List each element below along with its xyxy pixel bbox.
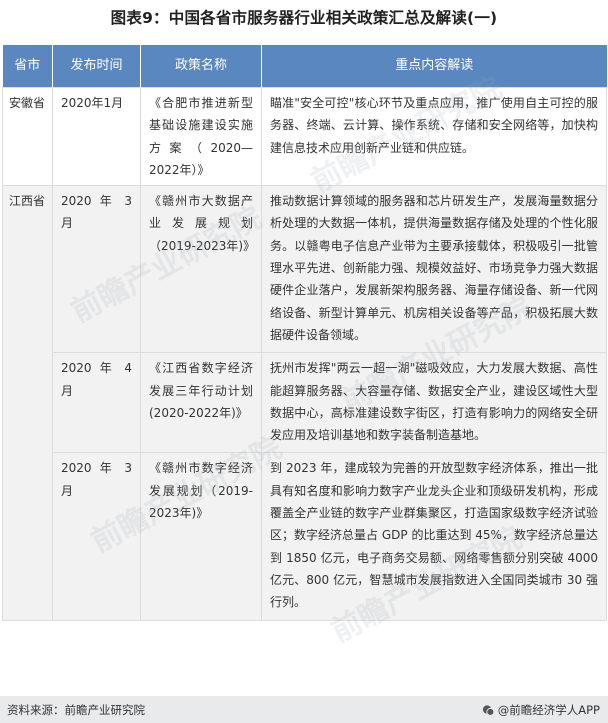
table-header-row: 省市 发布时间 政策名称 重点内容解读: [2, 45, 607, 88]
policy-cell: 《合肥市推进新型基础设施建设实施方案（2020—2022年）》: [140, 86, 262, 187]
policy-cell: 《赣州市数字经济发展规划（2019-2023年)》: [140, 452, 262, 621]
header-province: 省市: [2, 45, 53, 88]
content-text: 抚州市发挥"两云一超一湖"磁吸效应，大力发展大数据、高性能超算服务器、大容量存储…: [270, 361, 598, 443]
figure-title: 图表9：中国各省市服务器行业相关政策汇总及解读(一): [110, 9, 498, 27]
content-cell: 抚州市发挥"两云一超一湖"磁吸效应，大力发展大数据、高性能超算服务器、大容量存储…: [261, 352, 607, 454]
date-text: 2020 年 3 月: [61, 461, 132, 498]
table-row: 2020 年 4 月 《江西省数字经济发展三年行动计划(2020-2022年)》…: [3, 352, 607, 454]
date-text: 2020 年 3 月: [61, 194, 132, 231]
province-cell: 安徽省: [2, 86, 53, 187]
policy-text: 《赣州市大数据产业发展规划（2019-2023年)》: [149, 194, 256, 253]
source-text: 资料来源：前瞻产业研究院: [7, 703, 145, 717]
content-cell: 到 2023 年，建成较为完善的开放型数字经济体系，推出一批具有知名度和影响力数…: [261, 452, 607, 621]
content-text: 瞄准"安全可控"核心环节及重点应用，推广使用自主可控的服务器、终端、云计算、操作…: [270, 96, 598, 155]
content-cell: 推动数据计算领域的服务器和芯片研发生产，发展海量数据分析处理的大数据一体机，提供…: [261, 185, 607, 354]
date-text: 2020年1月: [61, 96, 124, 110]
province-text: 江西省: [9, 194, 46, 209]
policy-text: 《合肥市推进新型基础设施建设实施方案（2020—2022年）》: [149, 96, 253, 177]
date-cell: 2020年1月: [52, 86, 141, 187]
table-row: 安徽省 2020年1月 《合肥市推进新型基础设施建设实施方案（2020—2022…: [2, 86, 607, 187]
footer-bar: 资料来源：前瞻产业研究院 @前瞻经济学人APP: [0, 696, 608, 723]
policy-cell: 《赣州市大数据产业发展规划（2019-2023年)》: [140, 185, 262, 354]
policy-text: 《赣州市数字经济发展规划（2019-2023年)》: [149, 461, 253, 521]
table-row: 江西省 2020 年 3 月 《赣州市大数据产业发展规划（2019-2023年)…: [2, 185, 607, 621]
table-row: 2020 年 3 月 《赣州市数字经济发展规划（2019-2023年)》 到 2…: [3, 452, 607, 621]
date-cell: 2020 年 3 月: [52, 452, 141, 621]
date-cell: 2020 年 3 月: [52, 185, 141, 354]
brand-text: @前瞻经济学人APP: [497, 703, 600, 717]
header-date: 发布时间: [52, 45, 141, 88]
province-text: 安徽省: [9, 96, 46, 110]
policy-table: 省市 发布时间 政策名称 重点内容解读 安徽省 2020年1月 《合肥市推进新型…: [2, 45, 607, 621]
date-cell: 2020 年 4 月: [52, 352, 141, 454]
policy-cell: 《江西省数字经济发展三年行动计划(2020-2022年)》: [140, 352, 262, 454]
province-cell: 江西省: [2, 185, 53, 621]
content-cell: 瞄准"安全可控"核心环节及重点应用，推广使用自主可控的服务器、终端、云计算、操作…: [261, 86, 607, 187]
wechat-icon: [482, 704, 495, 716]
header-content: 重点内容解读: [261, 45, 607, 88]
header-policy: 政策名称: [140, 45, 262, 88]
content-text: 到 2023 年，建成较为完善的开放型数字经济体系，推出一批具有知名度和影响力数…: [270, 461, 598, 610]
brand-area: @前瞻经济学人APP: [482, 702, 600, 718]
date-text: 2020 年 4 月: [61, 361, 132, 398]
policy-text: 《江西省数字经济发展三年行动计划(2020-2022年)》: [149, 361, 253, 420]
content-text: 推动数据计算领域的服务器和芯片研发生产，发展海量数据分析处理的大数据一体机，提供…: [270, 194, 598, 342]
